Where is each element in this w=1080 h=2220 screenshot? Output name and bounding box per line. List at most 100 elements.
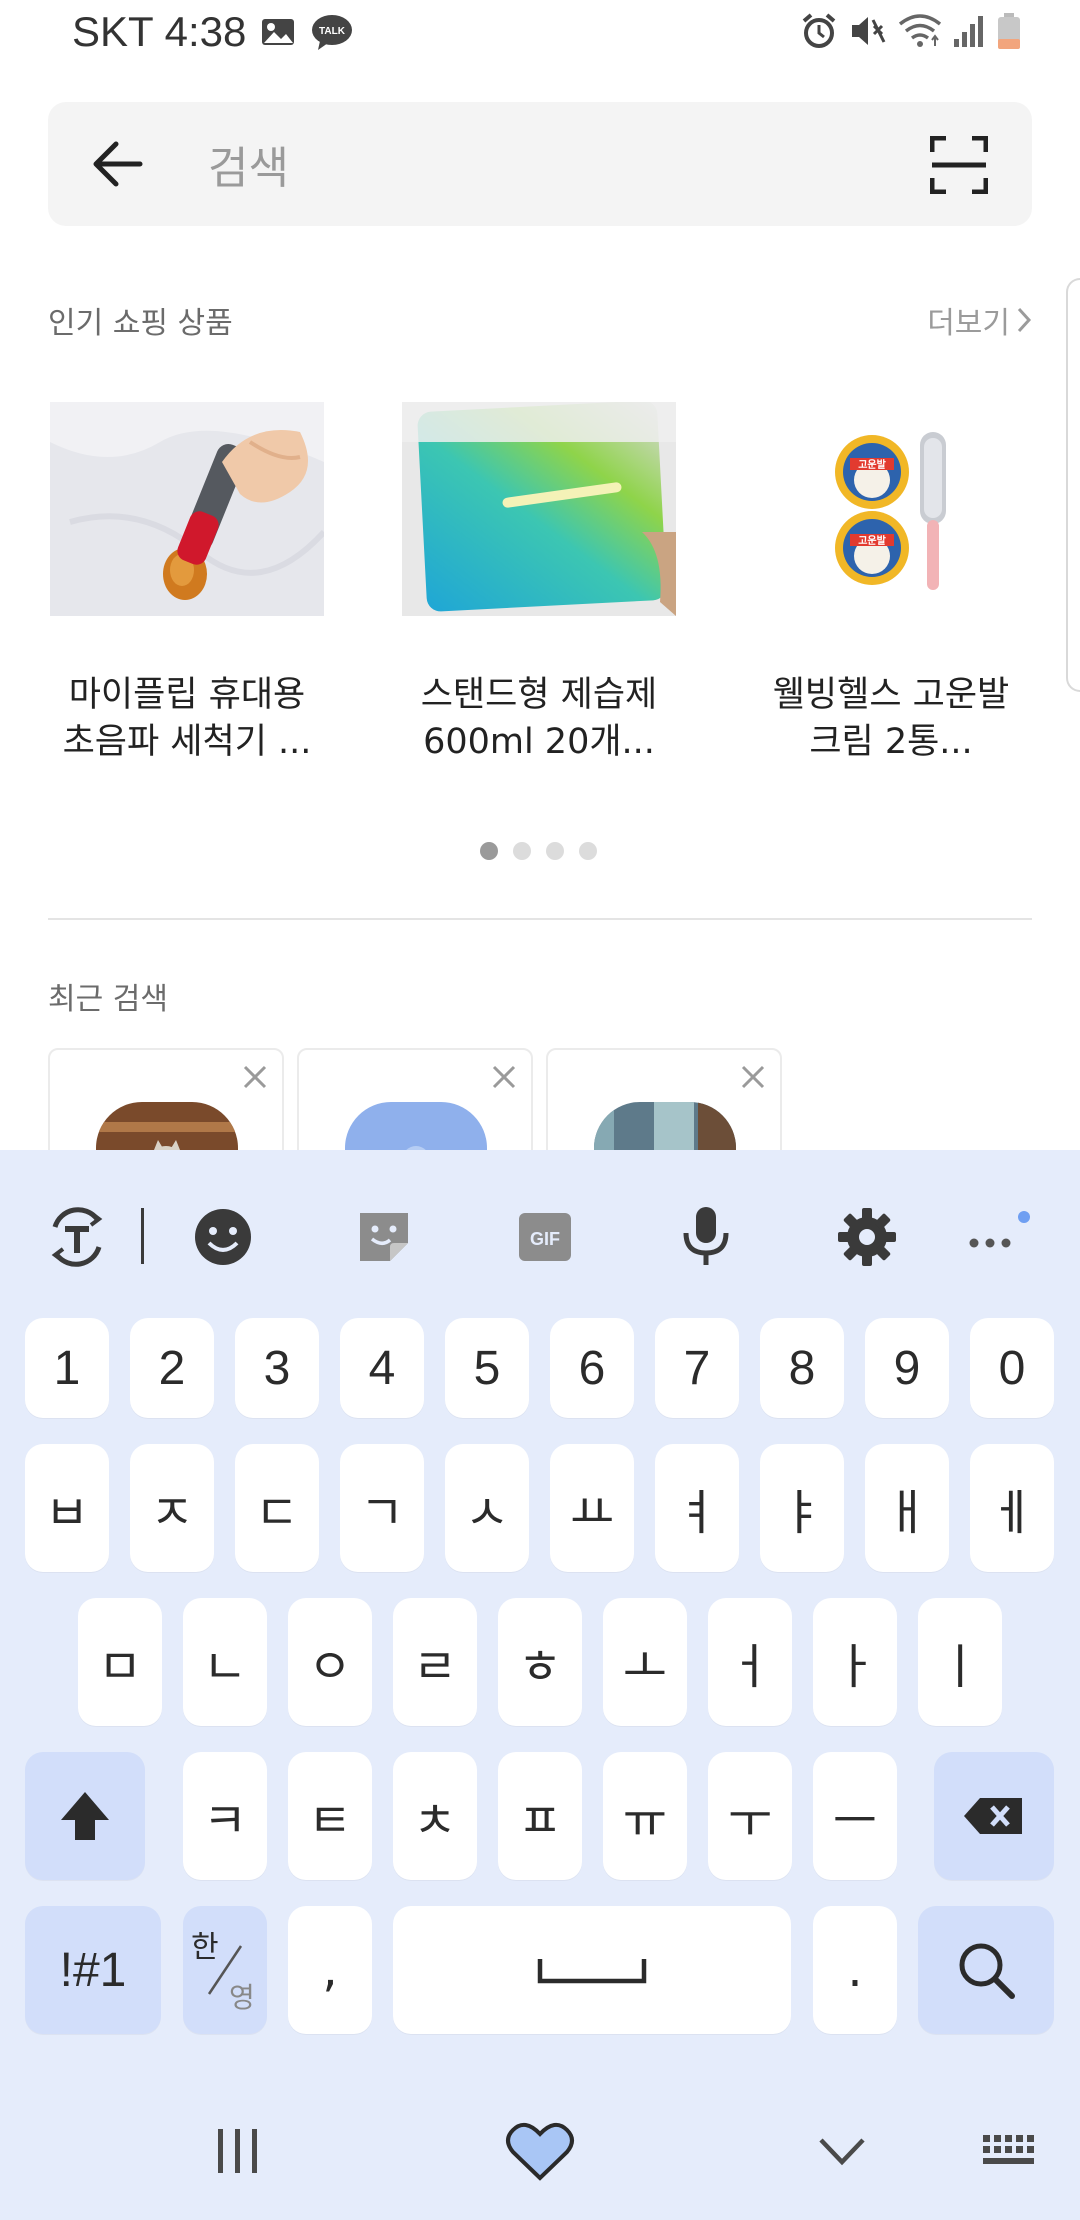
page-dot[interactable] [579, 842, 597, 860]
key-8[interactable]: 8 [760, 1318, 844, 1418]
backspace-key[interactable] [934, 1752, 1054, 1880]
svg-text:TALK: TALK [319, 26, 346, 37]
search-input[interactable]: 검색 [208, 132, 289, 196]
sticker-icon[interactable] [349, 1202, 419, 1272]
key-yeo[interactable]: ㅕ [655, 1444, 739, 1572]
key-digeut[interactable]: ㄷ [235, 1444, 319, 1572]
product-card-2[interactable]: 스탠드형 제습제 600ml 20개... [402, 402, 676, 766]
recent-section-title: 최근 검색 [48, 982, 168, 1017]
product-card-3[interactable]: 고운발 고운발 웰빙헬스 고운발 크림 2통... [754, 402, 1028, 766]
key-3[interactable]: 3 [235, 1318, 319, 1418]
search-action-key[interactable] [918, 1906, 1054, 2034]
key-kieuk[interactable]: ㅋ [183, 1752, 267, 1880]
close-icon[interactable] [242, 1064, 268, 1090]
key-2[interactable]: 2 [130, 1318, 214, 1418]
status-right [800, 12, 1022, 50]
key-4[interactable]: 4 [340, 1318, 424, 1418]
key-1[interactable]: 1 [25, 1318, 109, 1418]
more-icon[interactable] [960, 1202, 1030, 1272]
key-eu[interactable]: ㅡ [813, 1752, 897, 1880]
search-bar[interactable]: 검색 [48, 102, 1032, 226]
product-name-3-line1: 웰빙헬스 고운발 [772, 675, 1010, 715]
product-name-2-line2: 600ml 20개... [423, 722, 655, 762]
key-nieun[interactable]: ㄴ [183, 1598, 267, 1726]
product-name-1-line1: 마이플립 휴대용 [68, 675, 306, 715]
key-a[interactable]: ㅏ [813, 1598, 897, 1726]
page-dot[interactable] [513, 842, 531, 860]
key-ya[interactable]: ㅑ [760, 1444, 844, 1572]
gallery-icon [262, 19, 295, 45]
keyboard: GIF 1 2 3 4 5 6 7 8 9 0 ㅂ ㅈ ㄷ ㄱ ㅅ ㅛ ㅕ ㅑ … [0, 1150, 1080, 2220]
more-link[interactable]: 더보기 [927, 298, 1032, 342]
emoji-icon[interactable] [188, 1202, 258, 1272]
keyboard-switch-icon[interactable] [978, 2116, 1042, 2186]
navigation-bar [0, 2080, 1080, 2220]
shift-icon [61, 1792, 109, 1840]
key-o[interactable]: ㅗ [603, 1598, 687, 1726]
key-9[interactable]: 9 [865, 1318, 949, 1418]
product-image-3[interactable]: 고운발 고운발 [754, 402, 1028, 616]
key-0[interactable]: 0 [970, 1318, 1054, 1418]
key-eo[interactable]: ㅓ [708, 1598, 792, 1726]
mic-icon[interactable] [671, 1202, 741, 1272]
key-giyeok[interactable]: ㄱ [340, 1444, 424, 1572]
period-key[interactable]: . [813, 1906, 897, 2034]
keyboard-toolbar: GIF [0, 1150, 1080, 1290]
product-name-3-line2: 크림 2통... [809, 722, 973, 762]
close-icon[interactable] [491, 1064, 517, 1090]
shift-key[interactable] [25, 1752, 145, 1880]
edge-panel-handle[interactable] [1066, 278, 1080, 692]
product-card-1[interactable]: 마이플립 휴대용 초음파 세척기 ... [50, 402, 324, 766]
svg-text:고운발: 고운발 [858, 534, 886, 547]
key-mieum[interactable]: ㅁ [78, 1598, 162, 1726]
key-ieung[interactable]: ㅇ [288, 1598, 372, 1726]
product-name-2-line1: 스탠드형 제습제 [420, 675, 658, 715]
space-icon [537, 1959, 647, 1984]
comma-key[interactable]: , [288, 1906, 372, 2034]
mute-icon [852, 17, 886, 45]
scan-icon[interactable] [930, 136, 988, 194]
product-name-3[interactable]: 웰빙헬스 고운발 크림 2통... [754, 672, 1028, 766]
more-label[interactable]: 더보기 [927, 298, 1010, 342]
key-bieup[interactable]: ㅂ [25, 1444, 109, 1572]
heart-icon[interactable] [504, 2116, 576, 2186]
product-name-1-line2: 초음파 세척기 ... [62, 722, 312, 762]
key-pieup[interactable]: ㅍ [498, 1752, 582, 1880]
key-siot[interactable]: ㅅ [445, 1444, 529, 1572]
status-bar: SKT 4:38 TALK [0, 0, 1080, 72]
talk-icon: TALK [312, 15, 353, 50]
lang-english-label: 영 [229, 1981, 255, 2014]
space-key[interactable] [393, 1906, 791, 2034]
product-name-2[interactable]: 스탠드형 제습제 600ml 20개... [402, 672, 676, 766]
language-switch-key[interactable]: 한 영 [183, 1906, 267, 2034]
key-yo[interactable]: ㅛ [550, 1444, 634, 1572]
close-icon[interactable] [740, 1064, 766, 1090]
translate-icon[interactable] [42, 1202, 112, 1272]
page-dot-active[interactable] [480, 842, 498, 860]
key-chieut[interactable]: ㅊ [393, 1752, 477, 1880]
recent-apps-icon[interactable] [208, 2116, 268, 2186]
carrier-time: SKT 4:38 [72, 8, 247, 55]
key-e[interactable]: ㅔ [970, 1444, 1054, 1572]
product-name-1[interactable]: 마이플립 휴대용 초음파 세척기 ... [50, 672, 324, 766]
product-image-2[interactable] [402, 402, 676, 616]
gif-icon[interactable]: GIF [510, 1202, 580, 1272]
key-rieul[interactable]: ㄹ [393, 1598, 477, 1726]
settings-icon[interactable] [832, 1202, 902, 1272]
key-i[interactable]: ㅣ [918, 1598, 1002, 1726]
key-5[interactable]: 5 [445, 1318, 529, 1418]
symbols-key[interactable]: !#1 [25, 1906, 161, 2034]
key-u[interactable]: ㅜ [708, 1752, 792, 1880]
hide-keyboard-icon[interactable] [812, 2116, 872, 2186]
key-ae[interactable]: ㅐ [865, 1444, 949, 1572]
key-6[interactable]: 6 [550, 1318, 634, 1418]
key-hieut[interactable]: ㅎ [498, 1598, 582, 1726]
search-icon [959, 1943, 1015, 1999]
key-yu[interactable]: ㅠ [603, 1752, 687, 1880]
back-arrow-icon[interactable] [90, 138, 146, 190]
product-image-1[interactable] [50, 402, 324, 616]
key-tieut[interactable]: ㅌ [288, 1752, 372, 1880]
page-dot[interactable] [546, 842, 564, 860]
key-jieut[interactable]: ㅈ [130, 1444, 214, 1572]
key-7[interactable]: 7 [655, 1318, 739, 1418]
